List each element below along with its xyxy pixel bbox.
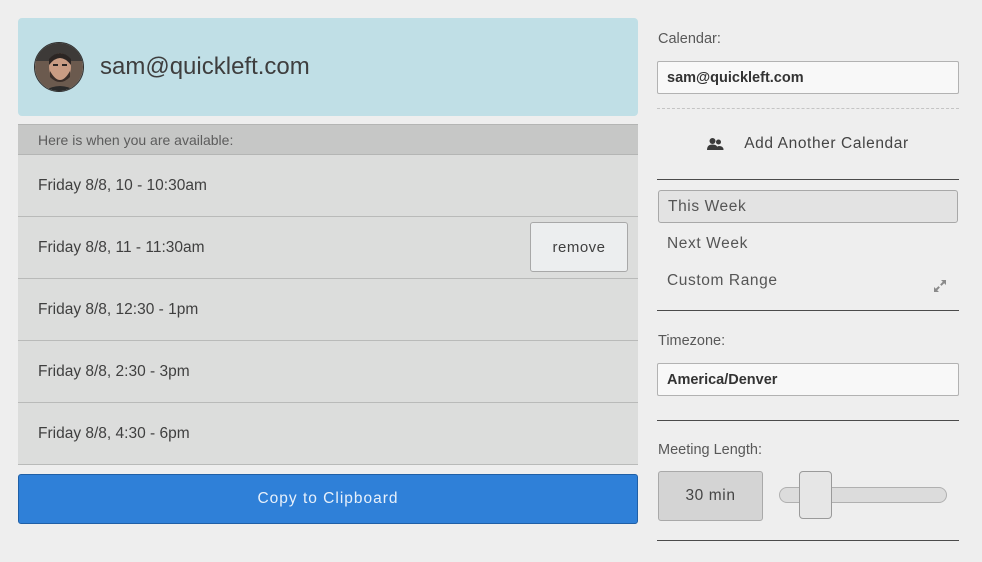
divider [657, 310, 959, 311]
expand-icon[interactable] [932, 273, 948, 306]
calendar-input[interactable] [657, 61, 959, 94]
time-slot[interactable]: Friday 8/8, 11 - 11:30am remove [18, 217, 638, 279]
meeting-length-value: 30 min [658, 471, 763, 521]
time-slot[interactable]: Friday 8/8, 4:30 - 6pm [18, 403, 638, 465]
time-slot-label: Friday 8/8, 10 - 10:30am [38, 177, 207, 194]
calendar-label: Calendar: [658, 31, 721, 47]
remove-slot-button[interactable]: remove [530, 222, 628, 272]
slider-handle[interactable] [799, 471, 832, 519]
range-custom-range[interactable]: Custom Range [658, 264, 958, 297]
range-next-week[interactable]: Next Week [658, 227, 958, 260]
copy-to-clipboard-button[interactable]: Copy to Clipboard [18, 474, 638, 524]
time-slot[interactable]: Friday 8/8, 10 - 10:30am [18, 155, 638, 217]
add-calendar-label: Add Another Calendar [744, 135, 909, 152]
meeting-length-text: 30 min [685, 487, 736, 504]
availability-caption: Here is when you are available: [18, 124, 638, 155]
divider [657, 179, 959, 180]
add-calendar-button[interactable]: Add Another Calendar [657, 124, 959, 164]
users-icon [707, 137, 724, 151]
time-slot-label: Friday 8/8, 4:30 - 6pm [38, 425, 190, 442]
time-slot-label: Friday 8/8, 2:30 - 3pm [38, 363, 190, 380]
divider [657, 420, 959, 421]
time-slot[interactable]: Friday 8/8, 12:30 - 1pm [18, 279, 638, 341]
range-this-week[interactable]: This Week [658, 190, 958, 223]
time-slot-label: Friday 8/8, 11 - 11:30am [38, 239, 205, 256]
timezone-input[interactable] [657, 363, 959, 396]
range-custom-label: Custom Range [667, 272, 778, 289]
meeting-length-label: Meeting Length: [658, 442, 762, 458]
time-slot-label: Friday 8/8, 12:30 - 1pm [38, 301, 199, 318]
user-email: sam@quickleft.com [100, 53, 310, 80]
avatar [34, 42, 84, 92]
time-slot[interactable]: Friday 8/8, 2:30 - 3pm [18, 341, 638, 403]
user-header: sam@quickleft.com [18, 18, 638, 116]
divider [657, 108, 959, 109]
timezone-label: Timezone: [658, 333, 726, 349]
divider [657, 540, 959, 541]
availability-panel: Here is when you are available: Friday 8… [18, 124, 638, 465]
